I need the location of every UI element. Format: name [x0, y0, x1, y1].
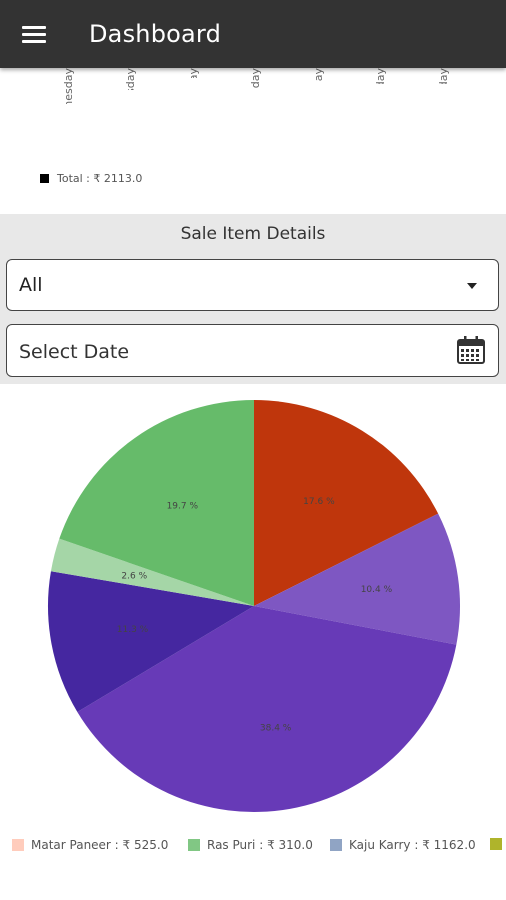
- pie-slice-label: 11.3 %: [117, 625, 149, 635]
- pie-slice-label: 2.6 %: [121, 571, 147, 581]
- total-legend-swatch: [40, 174, 49, 183]
- sale-items-pie-chart: 17.6 % 10.4 % 38.4 % 11.3 % 2.6 % 19.7 %: [0, 384, 506, 824]
- day-label: Tuesday: [437, 68, 451, 84]
- sale-item-details-panel: Sale Item Details All Select Date: [0, 214, 506, 384]
- legend-item: Ras Puri : ₹ 310.0: [188, 838, 313, 852]
- app-bar: Dashboard: [0, 0, 506, 68]
- legend-swatch: [330, 839, 342, 851]
- page-title: Dashboard: [89, 20, 222, 48]
- legend-item: [490, 838, 506, 850]
- day-label: Friday: [187, 68, 201, 78]
- pie-slice-label: 10.4 %: [361, 585, 393, 595]
- pie-chart-svg: 17.6 % 10.4 % 38.4 % 11.3 % 2.6 % 19.7 %: [48, 400, 460, 812]
- legend-swatch: [188, 839, 200, 851]
- pie-slice-label: 19.7 %: [167, 501, 199, 511]
- legend-label: Ras Puri : ₹ 310.0: [207, 838, 313, 852]
- legend-label: Matar Paneer : ₹ 525.0: [31, 838, 169, 852]
- day-label: Thursday: [124, 68, 138, 90]
- day-label: Saturday: [249, 68, 263, 88]
- day-label: Sunday: [312, 68, 326, 82]
- day-label: Monday: [374, 68, 388, 84]
- sales-bar-chart: Wednesday Thursday Friday Saturday Sunday Mon…: [0, 68, 506, 214]
- legend-item: Kaju Karry : ₹ 1162.0: [330, 838, 476, 852]
- pie-legend: Matar Paneer : ₹ 525.0 Ras Puri : ₹ 310.0…: [0, 838, 506, 862]
- legend-swatch: [12, 839, 24, 851]
- section-title: Sale Item Details: [180, 224, 326, 244]
- hamburger-menu-icon[interactable]: [14, 16, 54, 52]
- calendar-icon[interactable]: [456, 335, 486, 365]
- legend-swatch: [490, 838, 502, 850]
- legend-item: Matar Paneer : ₹ 525.0: [12, 838, 168, 852]
- item-filter-dropdown[interactable]: All: [6, 259, 499, 311]
- item-filter-value: All: [19, 274, 43, 296]
- dropdown-arrow-icon: [467, 283, 477, 289]
- date-picker-field[interactable]: Select Date: [6, 324, 499, 377]
- day-label: Wednesday: [62, 68, 75, 104]
- date-placeholder: Select Date: [19, 341, 130, 363]
- total-legend-label: Total : ₹ 2113.0: [57, 172, 143, 185]
- legend-label: Kaju Karry : ₹ 1162.0: [349, 838, 476, 852]
- pie-slice-label: 38.4 %: [260, 724, 292, 734]
- pie-slice-label: 17.6 %: [303, 497, 335, 507]
- total-legend: Total : ₹ 2113.0: [40, 172, 142, 185]
